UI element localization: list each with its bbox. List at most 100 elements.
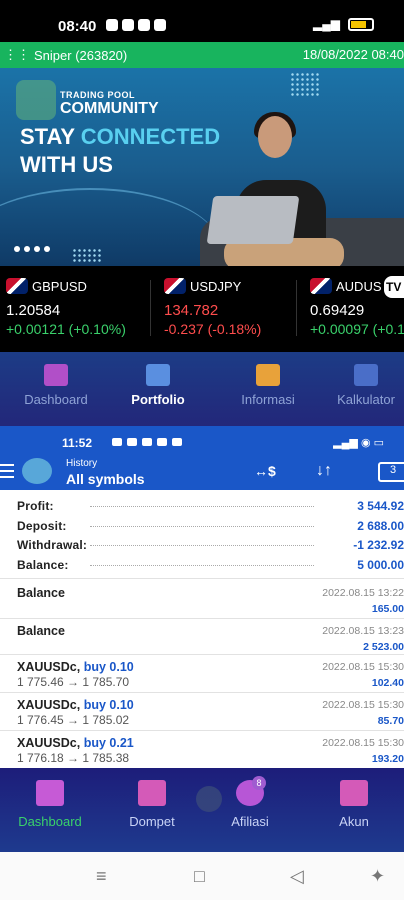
deal-date: 2022.08.15 13:22	[322, 587, 404, 599]
tab-informasi[interactable]: Informasi	[218, 352, 318, 426]
nav-label: Akun	[339, 814, 369, 829]
account-bar: ⋮⋮ Sniper (263820) 18/08/2022 08:40	[0, 42, 404, 68]
summary-value: -1 232.92	[353, 538, 404, 552]
embedded-time: 11:52	[62, 436, 93, 450]
deal-amount: 102.40	[371, 677, 404, 689]
ticker-symbol: GBPUSD	[32, 279, 87, 294]
app-icon	[154, 19, 166, 31]
signal-bars-icon: ⋮⋮	[4, 47, 30, 62]
deal-date: 2022.08.15 15:30	[322, 661, 404, 673]
tab-dashboard-bottom[interactable]: Dashboard	[0, 768, 100, 852]
deal-date: 2022.08.15 15:30	[322, 699, 404, 711]
summary-row: Deposit: 2 688.00	[0, 516, 404, 536]
ticker-item[interactable]: GBPUSD 1.20584 +0.00121 (+0.10%)	[6, 266, 146, 352]
deal-amount: 2 523.00	[363, 641, 404, 653]
accessibility-icon[interactable]: ✦	[370, 866, 385, 887]
tab-dashboard[interactable]: Dashboard	[6, 352, 106, 426]
banner-curve	[0, 188, 220, 266]
status-time: 08:40	[58, 18, 97, 35]
price-ticker[interactable]: GBPUSD 1.20584 +0.00121 (+0.10%) USDJPY …	[0, 266, 404, 352]
banner-laptop	[206, 196, 300, 244]
banner-brand-small: TRADING POOL	[60, 90, 135, 100]
recents-icon[interactable]: ≡	[96, 866, 107, 887]
deal-amount: 165.00	[371, 603, 404, 615]
list-item[interactable]: XAUUSDc, buy 0.21 1 776.18 → 1 785.38 20…	[0, 732, 404, 768]
notification-badge: 8	[252, 776, 266, 790]
chart-icon	[36, 780, 64, 806]
ticker-item[interactable]: USDJPY 134.782 -0.237 (-0.18%)	[150, 266, 304, 352]
notification-icons	[106, 19, 166, 31]
back-icon[interactable]: ◁	[290, 866, 304, 887]
ticker-change: +0.00121 (+0.10%)	[6, 321, 126, 337]
account-name: Sniper (263820)	[34, 47, 128, 63]
ticker-price: 1.20584	[6, 302, 61, 319]
nav-label: Kalkulator	[337, 392, 395, 407]
calculator-icon	[354, 364, 378, 386]
history-header: History All symbols ↔$ ↓↑ 3	[0, 456, 404, 490]
tab-afiliasi[interactable]: Afiliasi	[200, 768, 300, 852]
tab-kalkulator[interactable]: Kalkulator	[316, 352, 404, 426]
ticker-change: +0.00097 (+0.1	[310, 321, 404, 337]
system-nav-bar: ≡ □ ◁ ✦	[0, 852, 404, 900]
history-subtitle: History	[66, 458, 98, 469]
list-item[interactable]: Balance 2022.08.15 13:23 2 523.00	[0, 620, 404, 656]
google-icon	[122, 19, 134, 31]
deal-date: 2022.08.15 13:23	[322, 625, 404, 637]
community-logo	[16, 80, 56, 120]
summary-label: Profit:	[17, 499, 54, 513]
menu-icon[interactable]	[0, 464, 14, 478]
deal-date: 2022.08.15 15:30	[322, 737, 404, 749]
summary-value: 3 544.92	[357, 499, 404, 513]
ticker-price: 0.69429	[310, 302, 365, 319]
divider	[0, 730, 404, 731]
currency-filter-icon[interactable]: ↔$	[254, 463, 276, 479]
deal-prices: 1 776.18 → 1 785.38	[17, 751, 130, 765]
ticker-symbol: USDJPY	[190, 279, 242, 294]
sort-icon[interactable]: ↓↑	[316, 462, 332, 480]
status-right: ▂▄▆	[313, 17, 374, 31]
app-logo	[22, 458, 52, 484]
embedded-signal-icon: ▂▄▆ ◉ ▭	[333, 437, 384, 449]
deal-name: XAUUSDc, buy 0.10	[17, 660, 134, 674]
summary-block: Profit: 3 544.92 Deposit: 2 688.00 Withd…	[0, 496, 404, 574]
tab-akun[interactable]: Akun	[304, 768, 404, 852]
deal-name: XAUUSDc, buy 0.21	[17, 736, 134, 750]
top-nav: Dashboard Portfolio Informasi Kalkulator	[0, 352, 404, 426]
summary-label: Deposit:	[17, 518, 67, 533]
deal-amount: 193.20	[371, 753, 404, 765]
calendar-icon[interactable]: 3	[378, 462, 404, 482]
promo-banner[interactable]: TRADING POOL COMMUNITY STAY CONNECTED WI…	[0, 68, 404, 266]
summary-row: Balance: 5 000.00	[0, 555, 404, 575]
ticker-change: -0.237 (-0.18%)	[164, 321, 262, 337]
ticker-symbol: AUDUS	[336, 279, 382, 294]
list-item[interactable]: XAUUSDc, buy 0.10 1 775.46 → 1 785.70 20…	[0, 656, 404, 692]
chart-icon	[44, 364, 68, 386]
user-icon	[340, 780, 368, 806]
deal-prices: 1 775.46 → 1 785.70	[17, 675, 130, 689]
nav-label: Dashboard	[24, 392, 88, 407]
bottom-nav: Dashboard Dompet Afiliasi 8 Akun	[0, 768, 404, 852]
history-title[interactable]: All symbols	[66, 471, 145, 487]
summary-label: Withdrawal:	[17, 538, 88, 552]
signal-icon: ▂▄▆	[313, 17, 340, 31]
status-bar: 08:40 ▂▄▆	[0, 0, 404, 42]
history-content: Profit: 3 544.92 Deposit: 2 688.00 Withd…	[0, 490, 404, 768]
ticker-divider	[150, 280, 151, 336]
tradingview-badge[interactable]: TV	[384, 276, 404, 298]
embedded-status-bar: 11:52 ▂▄▆ ◉ ▭	[0, 426, 404, 456]
nav-label: Afiliasi	[231, 814, 269, 829]
list-item[interactable]: XAUUSDc, buy 0.10 1 776.45 → 1 785.02 20…	[0, 694, 404, 730]
calendar-icon	[146, 364, 170, 386]
tab-portfolio[interactable]: Portfolio	[108, 352, 208, 426]
summary-row: Withdrawal: -1 232.92	[0, 535, 404, 555]
home-icon[interactable]: □	[194, 866, 205, 887]
account-date: 18/08/2022 08:40	[302, 47, 404, 62]
summary-row: Profit: 3 544.92	[0, 496, 404, 516]
list-item[interactable]: Balance 2022.08.15 13:22 165.00	[0, 582, 404, 618]
carousel-dots[interactable]	[14, 246, 50, 252]
tab-dompet[interactable]: Dompet	[102, 768, 202, 852]
summary-value: 5 000.00	[357, 557, 404, 572]
deal-prices: 1 776.45 → 1 785.02	[17, 713, 130, 727]
flag-icon	[164, 278, 186, 294]
youtube-icon	[138, 19, 150, 31]
